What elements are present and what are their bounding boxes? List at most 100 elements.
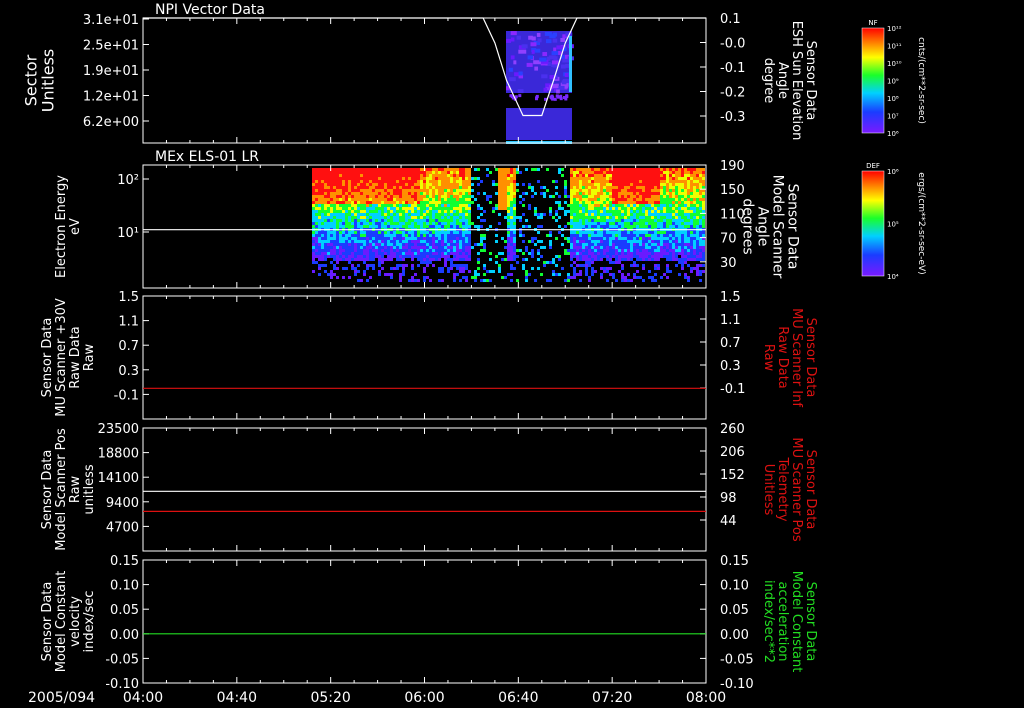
els-pixel (609, 252, 612, 255)
els-pixel (594, 195, 597, 198)
els-pixel (687, 234, 690, 237)
els-pixel (450, 186, 453, 189)
els-pixel (651, 177, 654, 180)
els-pixel (498, 183, 501, 186)
els-pixel (426, 171, 429, 174)
els-pixel (354, 177, 357, 180)
els-pixel (333, 267, 336, 270)
els-pixel (423, 183, 426, 186)
els-pixel (588, 204, 591, 207)
els-pixel (513, 249, 516, 252)
els-pixel (633, 198, 636, 201)
els-pixel (537, 225, 540, 228)
els-pixel (546, 279, 549, 282)
els-pixel (696, 225, 699, 228)
els-pixel (639, 240, 642, 243)
els-pixel (642, 198, 645, 201)
els-pixel (414, 174, 417, 177)
els-pixel (498, 222, 501, 225)
els-pixel (387, 225, 390, 228)
els-pixel (603, 216, 606, 219)
els-pixel (537, 180, 540, 183)
els-pixel (678, 219, 681, 222)
els-pixel (402, 192, 405, 195)
els-pixel (624, 201, 627, 204)
els-pixel (483, 192, 486, 195)
els-pixel (336, 210, 339, 213)
x-tick-label: 06:00 (404, 690, 444, 706)
els-pixel (453, 183, 456, 186)
els-pixel (642, 216, 645, 219)
els-pixel (582, 246, 585, 249)
els-pixel (372, 216, 375, 219)
els-pixel (423, 276, 426, 279)
els-pixel (318, 231, 321, 234)
els-pixel (462, 177, 465, 180)
els-pixel (579, 216, 582, 219)
els-pixel (588, 174, 591, 177)
els-pixel (564, 249, 567, 252)
els-pixel (423, 219, 426, 222)
els-pixel (687, 192, 690, 195)
els-pixel (582, 255, 585, 258)
els-pixel (357, 234, 360, 237)
els-pixel (324, 192, 327, 195)
els-pixel (681, 168, 684, 171)
els-pixel (387, 174, 390, 177)
els-pixel (396, 252, 399, 255)
els-pixel (417, 246, 420, 249)
els-pixel (345, 216, 348, 219)
els-pixel (582, 192, 585, 195)
els-pixel (477, 252, 480, 255)
els-pixel (696, 168, 699, 171)
els-pixel (327, 183, 330, 186)
els-pixel (393, 267, 396, 270)
els-pixel (501, 183, 504, 186)
els-pixel (522, 192, 525, 195)
els-pixel (549, 210, 552, 213)
els-pixel (384, 207, 387, 210)
els-pixel (465, 189, 468, 192)
els-pixel (645, 177, 648, 180)
els-pixel (411, 222, 414, 225)
els-pixel (636, 198, 639, 201)
els-pixel (507, 171, 510, 174)
els-pixel (465, 231, 468, 234)
els-pixel (570, 255, 573, 258)
els-pixel (432, 240, 435, 243)
els-pixel (621, 231, 624, 234)
els-pixel (444, 213, 447, 216)
els-pixel (687, 204, 690, 207)
els-pixel (459, 264, 462, 267)
els-pixel (435, 219, 438, 222)
els-pixel (333, 219, 336, 222)
els-pixel (423, 189, 426, 192)
els-pixel (660, 192, 663, 195)
els-pixel (354, 204, 357, 207)
els-pixel (315, 231, 318, 234)
els-pixel (408, 243, 411, 246)
els-pixel (321, 189, 324, 192)
els-pixel (324, 231, 327, 234)
els-pixel (375, 240, 378, 243)
els-pixel (627, 234, 630, 237)
els-pixel (324, 252, 327, 255)
els-pixel (696, 204, 699, 207)
els-pixel (447, 186, 450, 189)
els-pixel (354, 258, 357, 261)
els-pixel (681, 255, 684, 258)
els-pixel (684, 246, 687, 249)
els-pixel (654, 222, 657, 225)
els-pixel (360, 183, 363, 186)
els-pixel (693, 237, 696, 240)
els-pixel (558, 204, 561, 207)
els-pixel (321, 222, 324, 225)
els-pixel (438, 216, 441, 219)
els-pixel (624, 195, 627, 198)
els-pixel (621, 207, 624, 210)
els-pixel (444, 180, 447, 183)
els-pixel (414, 189, 417, 192)
els-pixel (339, 252, 342, 255)
els-pixel (600, 273, 603, 276)
els-pixel (699, 273, 702, 276)
